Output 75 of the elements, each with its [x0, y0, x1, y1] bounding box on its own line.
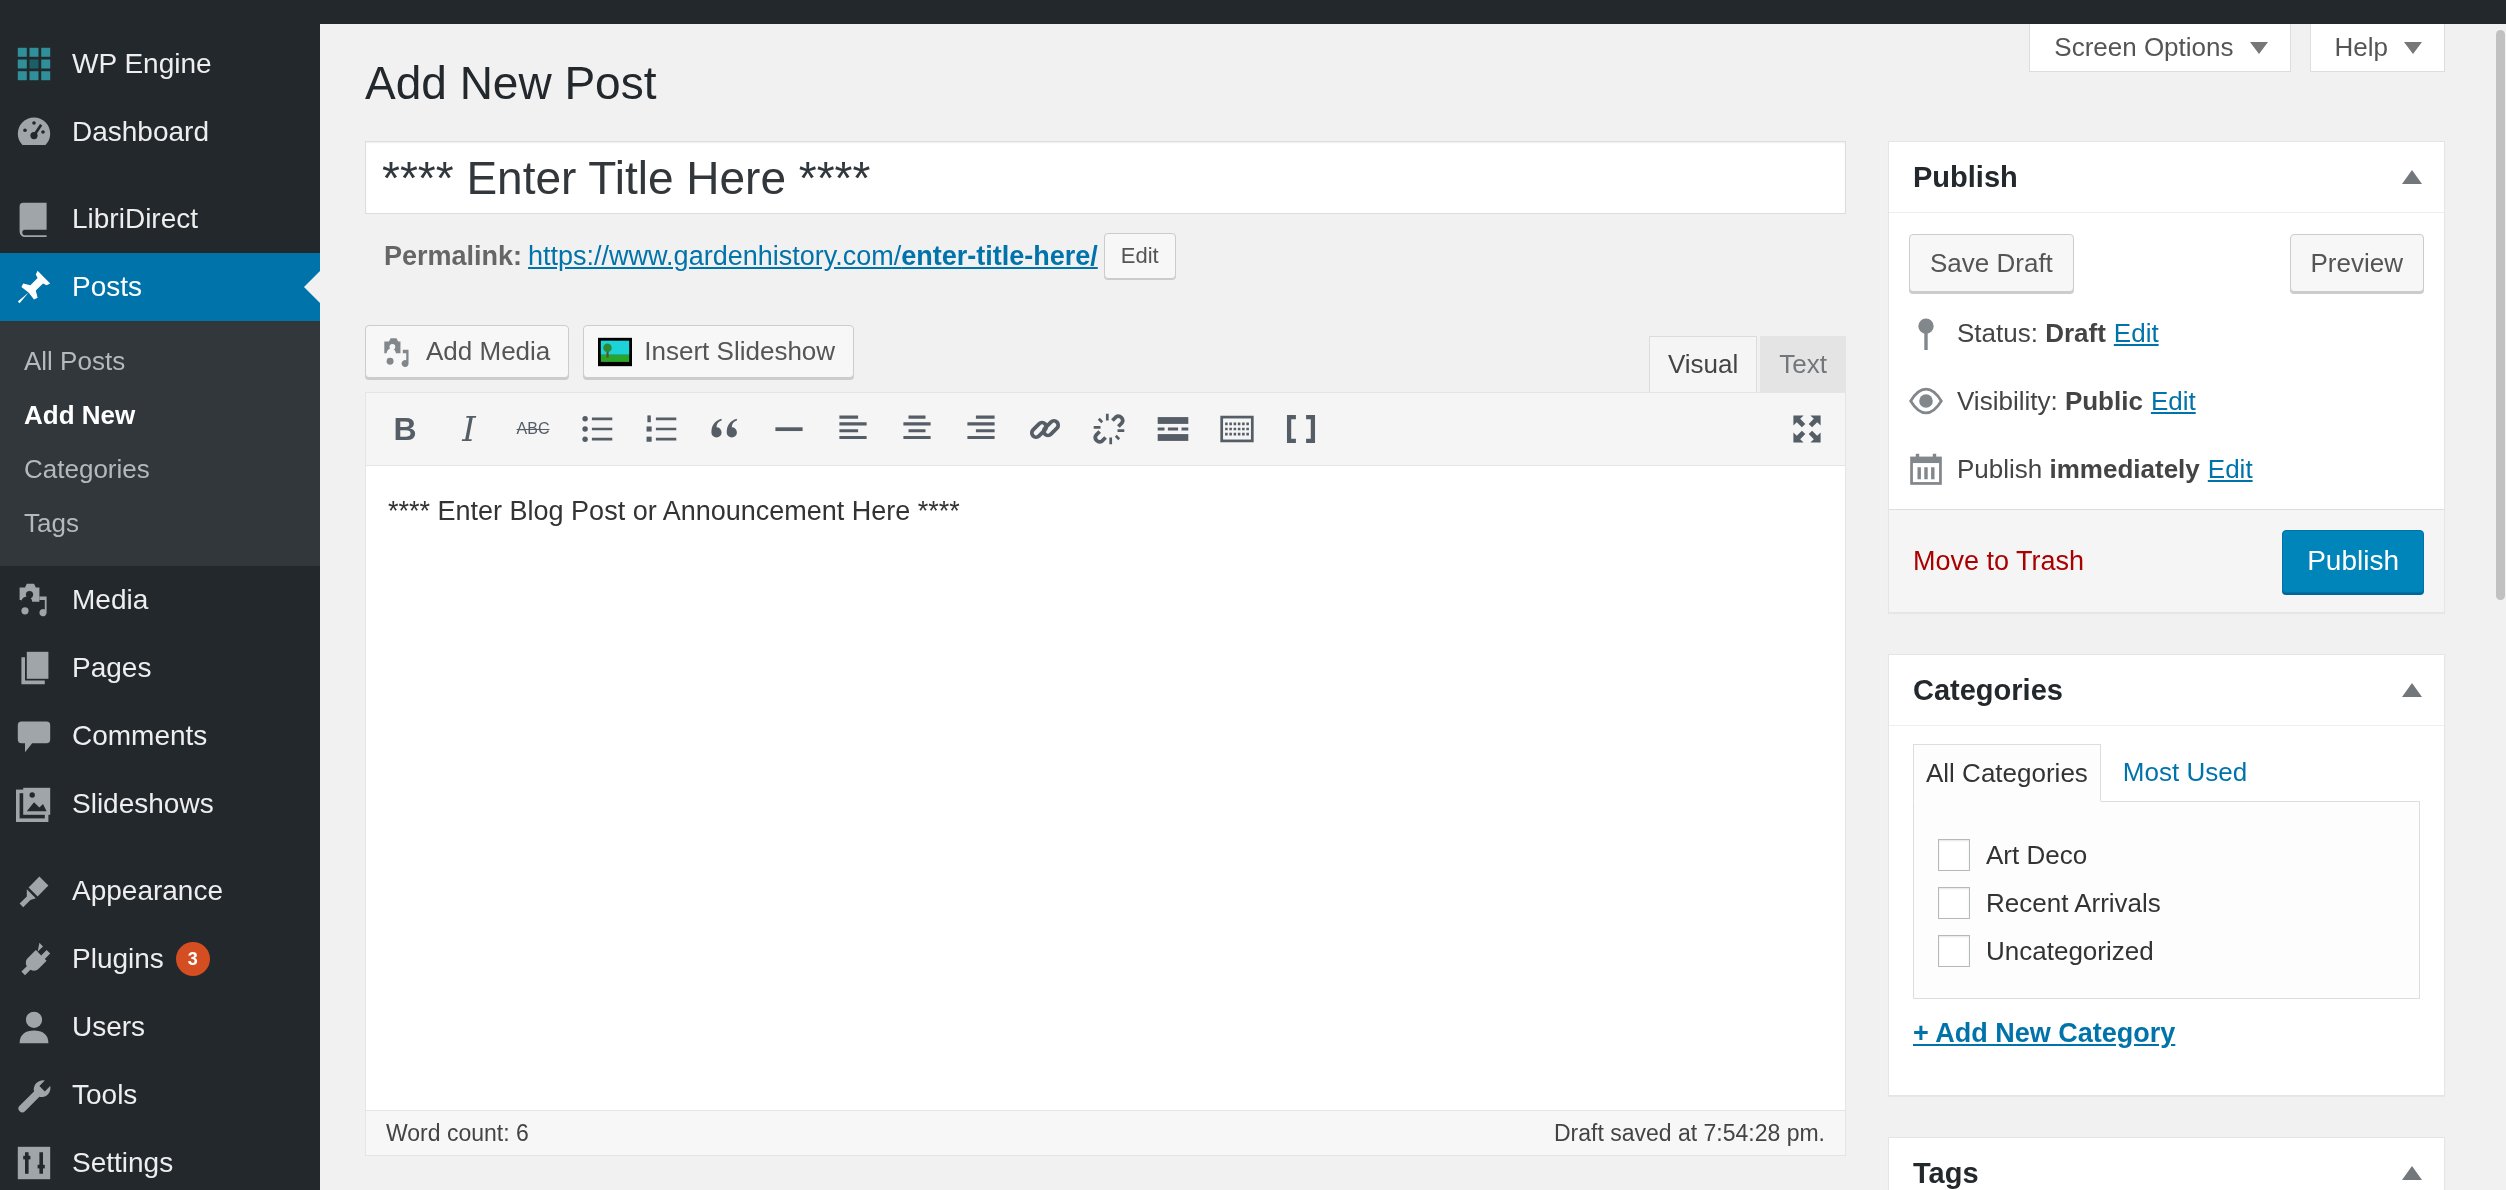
- menu-item[interactable]: Tools: [0, 1061, 320, 1129]
- menu-item[interactable]: Pages: [0, 634, 320, 702]
- submenu-item[interactable]: Tags: [0, 496, 320, 550]
- menu-item[interactable]: Media: [0, 566, 320, 634]
- category-label: Recent Arrivals: [1986, 887, 2161, 919]
- menu-item[interactable]: Plugins 3: [0, 925, 320, 993]
- add-category-link[interactable]: + Add New Category: [1913, 1018, 2176, 1049]
- setting-text: Status: Draft: [1957, 317, 2106, 349]
- brackets-icon[interactable]: [1284, 412, 1318, 446]
- broken-link-icon[interactable]: [1092, 412, 1126, 446]
- dropdown-tab[interactable]: Screen Options: [2029, 24, 2291, 72]
- collapse-icon[interactable]: [2402, 683, 2422, 697]
- permalink-label: Permalink:: [384, 240, 523, 272]
- landscape-picture-icon: [598, 336, 633, 367]
- submenu-item[interactable]: Categories: [0, 442, 320, 496]
- sliders-icon: [16, 1145, 52, 1181]
- permalink-link[interactable]: https://www.gardenhistory.com/enter-title-here/: [528, 240, 1098, 272]
- menu-item[interactable]: Slideshows: [0, 770, 320, 838]
- bold-button[interactable]: B: [393, 413, 417, 445]
- category-tab[interactable]: Most Used: [2110, 744, 2260, 800]
- italic-button[interactable]: I: [462, 412, 476, 446]
- menu-item[interactable]: Users: [0, 993, 320, 1061]
- scrollbar-thumb[interactable]: [2496, 30, 2505, 600]
- category-label: Art Deco: [1986, 839, 2088, 871]
- media-button[interactable]: Add Media: [365, 325, 570, 378]
- menu-item[interactable]: LibriDirect: [0, 185, 320, 253]
- setting-text: Publish immediately: [1957, 453, 2200, 485]
- checkbox[interactable]: [1938, 935, 1970, 967]
- current-pointer: [304, 271, 320, 303]
- count-badge: 3: [175, 942, 210, 976]
- category-tab[interactable]: All Categories: [1913, 744, 2101, 802]
- submenu-item[interactable]: All Posts: [0, 334, 320, 388]
- calendar-icon: [1909, 452, 1943, 486]
- setting-text: Visibility: Public: [1957, 385, 2143, 417]
- menu-item[interactable]: Appearance: [0, 857, 320, 925]
- fullscreen-icon[interactable]: [1790, 412, 1824, 446]
- caret-icon: [2249, 41, 2268, 54]
- submenu-item[interactable]: Add New: [0, 388, 320, 442]
- edit-button[interactable]: Edit: [1103, 233, 1176, 279]
- draft-saved-text: Draft saved at 7:54:28 pm.: [1553, 1119, 1825, 1147]
- publish-button[interactable]: Publish: [2282, 529, 2424, 593]
- edit-link[interactable]: Edit: [2207, 453, 2253, 485]
- secondary-button[interactable]: Preview: [2289, 234, 2424, 292]
- panel-title: Categories: [1913, 673, 2063, 707]
- collapse-icon[interactable]: [2402, 1166, 2422, 1180]
- category-label: Uncategorized: [1986, 935, 2154, 967]
- wrench-icon: [16, 1077, 52, 1113]
- menu-item[interactable]: Comments: [0, 702, 320, 770]
- dropdown-tab[interactable]: Help: [2309, 24, 2445, 72]
- menu-item[interactable]: Dashboard: [0, 98, 320, 166]
- secondary-button[interactable]: Save Draft: [1909, 234, 2074, 292]
- edit-link[interactable]: Edit: [2150, 385, 2196, 417]
- strikethrough-button[interactable]: ABC: [516, 421, 550, 437]
- grid-icon: [16, 46, 52, 82]
- editor-content: **** Enter Blog Post or Announcement Here ****: [388, 496, 961, 527]
- edit-link[interactable]: Edit: [2113, 317, 2159, 349]
- checkbox[interactable]: [1938, 839, 1970, 871]
- page-title: Add New Post: [365, 56, 657, 111]
- menu-item[interactable]: Settings: [0, 1129, 320, 1190]
- panel-title: Publish: [1913, 160, 2018, 194]
- word-count: Word count: 6: [386, 1119, 529, 1147]
- menu-item[interactable]: Posts: [0, 253, 320, 321]
- checkbox[interactable]: [1938, 887, 1970, 919]
- pushpin-icon: [16, 269, 52, 305]
- images-icon: [16, 786, 52, 822]
- editor-tab[interactable]: Text: [1760, 336, 1846, 392]
- collapse-icon[interactable]: [2402, 170, 2422, 184]
- editor-area[interactable]: **** Enter Blog Post or Announcement Here ****: [365, 466, 1846, 1111]
- title-field[interactable]: **** Enter Title Here ****: [365, 141, 1846, 214]
- editor-tab[interactable]: Visual: [1648, 336, 1758, 392]
- caret-icon: [2404, 41, 2422, 54]
- menu-item[interactable]: WP Engine: [0, 30, 320, 98]
- panel-title: Tags: [1913, 1156, 1979, 1190]
- trash-link[interactable]: Move to Trash: [1913, 545, 2085, 577]
- media-button[interactable]: Insert Slideshow: [583, 325, 855, 378]
